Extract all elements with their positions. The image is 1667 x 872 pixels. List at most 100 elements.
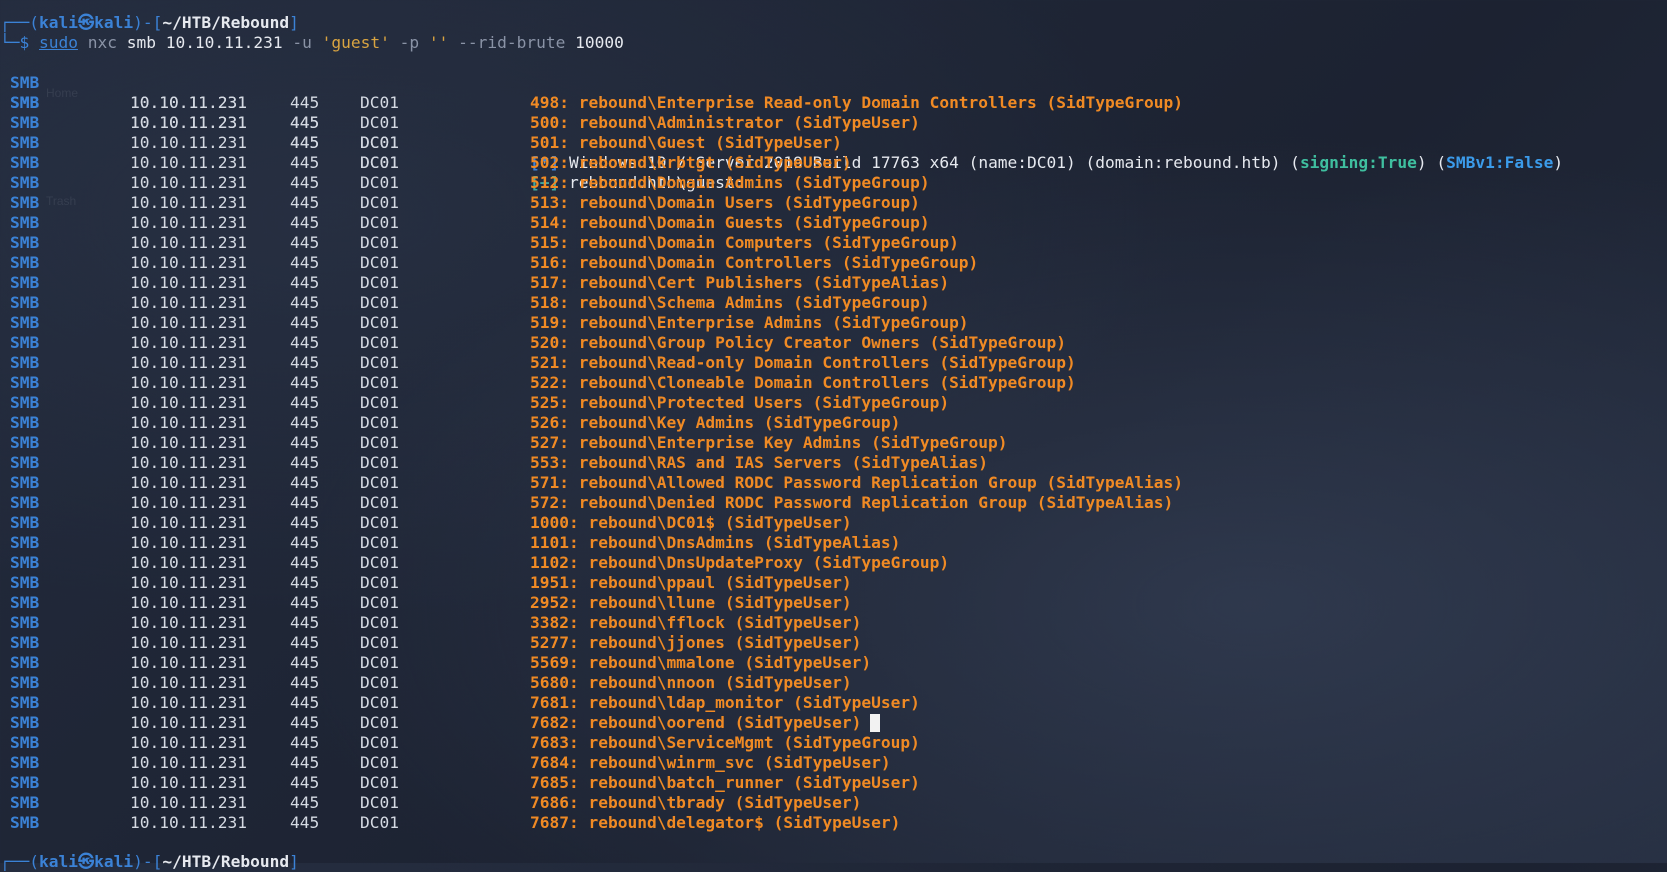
- target-ip: 10.10.11.231: [130, 473, 247, 492]
- proto-label: SMB: [10, 673, 40, 692]
- rid-row: SMB 10.10.11.231 445 DC01 518: rebound\Schem…: [0, 293, 1667, 313]
- target-host: DC01: [360, 273, 399, 292]
- rid-row: SMB 10.10.11.231 445 DC01 7685: rebound\batc…: [0, 773, 1667, 793]
- rid-row: SMB 10.10.11.231 445 DC01 513: rebound\Domai…: [0, 193, 1667, 213]
- proto-label: SMB: [10, 533, 40, 552]
- proto-label: SMB: [10, 413, 40, 432]
- rid-entry: 513: rebound\Domain Users (SidTypeGroup): [530, 193, 920, 212]
- target-port: 445: [290, 253, 320, 272]
- rid-row: SMB 10.10.11.231 445 DC01 7681: rebound\ldap…: [0, 693, 1667, 713]
- proto-label: SMB: [10, 173, 40, 192]
- rid-row: SMB 10.10.11.231 445 DC01 512: rebound\Domai…: [0, 173, 1667, 193]
- target-host: DC01: [360, 613, 399, 632]
- output-info-line: SMB 10.10.11.231 445 DC01 [*] Windows 10…: [0, 53, 1667, 172]
- target-host: DC01: [360, 393, 399, 412]
- target-port: 445: [290, 293, 320, 312]
- target-ip: 10.10.11.231: [130, 193, 247, 212]
- target-ip: 10.10.11.231: [130, 573, 247, 592]
- target-port: 445: [290, 493, 320, 512]
- rid-row: SMB 10.10.11.231 445 DC01 1101: rebound\DnsA…: [0, 533, 1667, 553]
- target-port: 445: [290, 333, 320, 352]
- target-port: 445: [290, 693, 320, 712]
- target-ip: 10.10.11.231: [130, 733, 247, 752]
- rid-row: SMB 10.10.11.231 445 DC01 7682: rebound\oore…: [0, 713, 1667, 733]
- target-ip: 10.10.11.231: [130, 133, 247, 152]
- terminal-output[interactable]: ┌──(kali㉿kali)-[~/HTB/Rebound] └─$ sudo …: [0, 13, 1667, 833]
- proto-label: SMB: [10, 113, 40, 132]
- target-host: DC01: [360, 533, 399, 552]
- rid-entry: 7685: rebound\batch_runner (SidTypeUser): [530, 773, 920, 792]
- target-port: 445: [290, 753, 320, 772]
- target-port: 445: [290, 773, 320, 792]
- rid-row: SMB 10.10.11.231 445 DC01 522: rebound\Clone…: [0, 373, 1667, 393]
- target-port: 445: [290, 433, 320, 452]
- proto-label: SMB: [10, 433, 40, 452]
- prompt-at-symbol: ㉿: [77, 852, 95, 871]
- rid-row: SMB 10.10.11.231 445 DC01 1951: rebound\ppau…: [0, 573, 1667, 593]
- text-cursor: [870, 714, 880, 732]
- target-host: DC01: [360, 573, 399, 592]
- rid-entry: 515: rebound\Domain Computers (SidTypeGr…: [530, 233, 959, 252]
- target-ip: 10.10.11.231: [130, 693, 247, 712]
- target-ip: 10.10.11.231: [130, 273, 247, 292]
- target-ip: 10.10.11.231: [130, 93, 247, 112]
- target-host: DC01: [360, 93, 399, 112]
- target-host: DC01: [360, 373, 399, 392]
- target-ip: 10.10.11.231: [130, 413, 247, 432]
- target-port: 445: [290, 793, 320, 812]
- prompt-host: kali: [94, 13, 134, 32]
- next-prompt-partial: ┌──(kali㉿kali)-[~/HTB/Rebound]: [0, 852, 299, 871]
- rid-entry: 525: rebound\Protected Users (SidTypeGro…: [530, 393, 950, 412]
- rid-entry: 517: rebound\Cert Publishers (SidTypeAli…: [530, 273, 950, 292]
- rid-row: SMB 10.10.11.231 445 DC01 7683: rebound\Serv…: [0, 733, 1667, 753]
- rid-row: SMB 10.10.11.231 445 DC01 521: rebound\Read-…: [0, 353, 1667, 373]
- target-ip: 10.10.11.231: [130, 353, 247, 372]
- cmd-flag-u: -u: [292, 33, 312, 52]
- output-auth-line: SMB 10.10.11.231 445 DC01 [+] rebound.ht…: [0, 73, 1667, 192]
- prompt-host: kali: [94, 852, 134, 871]
- rid-entry: 500: rebound\Administrator (SidTypeUser): [530, 113, 920, 132]
- proto-label: SMB: [10, 193, 40, 212]
- target-host: DC01: [360, 473, 399, 492]
- rid-entry: 526: rebound\Key Admins (SidTypeGroup): [530, 413, 901, 432]
- rid-row: SMB 10.10.11.231 445 DC01 525: rebound\Prote…: [0, 393, 1667, 413]
- rid-entry: 521: rebound\Read-only Domain Controller…: [530, 353, 1076, 372]
- target-ip: 10.10.11.231: [130, 533, 247, 552]
- rid-row: SMB 10.10.11.231 445 DC01 502: rebound\krbtg…: [0, 153, 1667, 173]
- target-host: DC01: [360, 753, 399, 772]
- proto-label: SMB: [10, 653, 40, 672]
- target-host: DC01: [360, 513, 399, 532]
- target-port: 445: [290, 533, 320, 552]
- target-host: DC01: [360, 253, 399, 272]
- rid-row: SMB 10.10.11.231 445 DC01 516: rebound\Domai…: [0, 253, 1667, 273]
- target-host: DC01: [360, 653, 399, 672]
- target-ip: 10.10.11.231: [130, 233, 247, 252]
- rid-row: SMB 10.10.11.231 445 DC01 553: rebound\RAS a…: [0, 453, 1667, 473]
- proto-label: SMB: [10, 593, 40, 612]
- target-host: DC01: [360, 313, 399, 332]
- proto-label: SMB: [10, 93, 40, 112]
- target-host: DC01: [360, 153, 399, 172]
- rid-row: SMB 10.10.11.231 445 DC01 3382: rebound\fflo…: [0, 613, 1667, 633]
- target-port: 445: [290, 453, 320, 472]
- target-ip: 10.10.11.231: [130, 813, 247, 832]
- target-host: DC01: [360, 333, 399, 352]
- target-ip: 10.10.11.231: [130, 113, 247, 132]
- rid-entry: 1951: rebound\ppaul (SidTypeUser): [530, 573, 852, 592]
- proto-label: SMB: [10, 213, 40, 232]
- proto-label: SMB: [10, 813, 40, 832]
- cmd-rid-max: 10000: [575, 33, 624, 52]
- target-ip: 10.10.11.231: [130, 393, 247, 412]
- proto-label: SMB: [10, 473, 40, 492]
- rid-entry: 1101: rebound\DnsAdmins (SidTypeAlias): [530, 533, 901, 552]
- rid-row: SMB 10.10.11.231 445 DC01 2952: rebound\llun…: [0, 593, 1667, 613]
- rid-entry: 520: rebound\Group Policy Creator Owners…: [530, 333, 1067, 352]
- proto-label: SMB: [10, 453, 40, 472]
- target-ip: 10.10.11.231: [130, 333, 247, 352]
- proto-label: SMB: [10, 713, 40, 732]
- target-ip: 10.10.11.231: [130, 513, 247, 532]
- target-host: DC01: [360, 593, 399, 612]
- target-port: 445: [290, 233, 320, 252]
- rid-entry: 522: rebound\Cloneable Domain Controller…: [530, 373, 1076, 392]
- target-host: DC01: [360, 353, 399, 372]
